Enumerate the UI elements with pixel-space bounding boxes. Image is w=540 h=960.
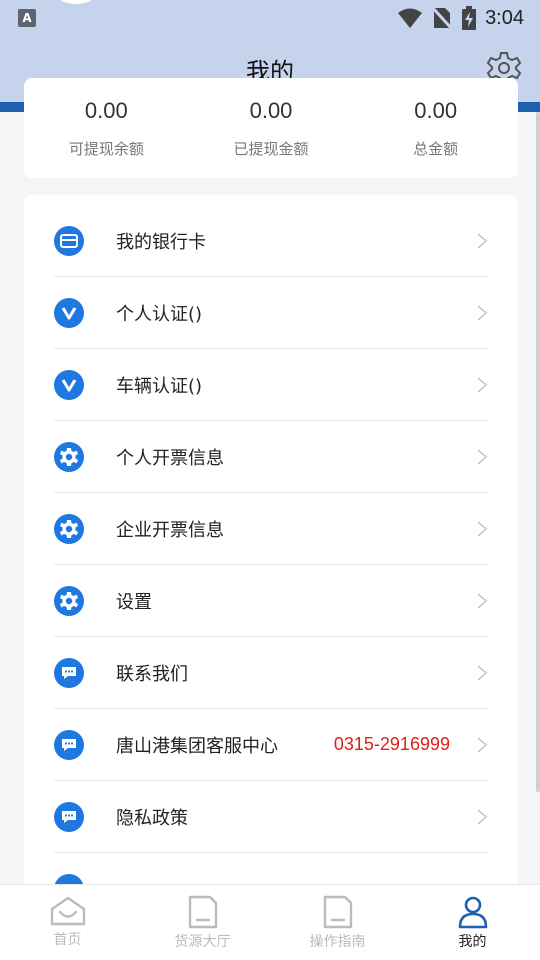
status-icons: 3:04 [397,6,524,30]
balance-label: 已提现金额 [233,140,309,158]
card-icon [54,225,84,256]
gear-icon [54,585,84,616]
menu-item-settings[interactable]: 设置 [54,565,488,637]
menu-item-label: 个人认证() [116,303,203,325]
menu-item-personal-invoice[interactable]: 个人开票信息 [54,421,488,493]
balance-value: 0.00 [414,98,458,123]
menu-item-label: 设置 [116,591,152,613]
menu-item-label: 我的银行卡 [116,231,206,253]
document-icon [188,895,217,929]
menu-item-bank-card[interactable]: 我的银行卡 [54,205,488,277]
menu-item-label: 隐私政策 [116,807,188,829]
nav-tab-home[interactable]: 首页 [0,885,135,960]
nav-tab-guide[interactable]: 操作指南 [270,885,405,960]
chat-icon [54,801,84,832]
menu-card: 我的银行卡 个人认证() 车辆认证() 个人开票信息 企业开票信息 设置 联系我… [24,195,518,895]
chevron-right-icon [477,305,488,321]
chevron-right-icon [477,737,488,753]
verified-v-icon [54,297,84,328]
no-sim-icon [431,6,454,30]
user-icon [458,896,487,929]
menu-item-label: 联系我们 [116,663,188,685]
chat-icon [54,729,84,760]
balance-label: 总金额 [413,140,459,158]
balance-label: 可提现余额 [68,140,144,158]
nav-tab-mine[interactable]: 我的 [405,885,540,960]
menu-item-customer-service[interactable]: 唐山港集团客服中心 0315-2916999 [54,709,488,781]
home-smile-icon [50,896,85,926]
battery-charging-icon [462,6,477,30]
withdrawable-balance: 0.00 可提现余额 [24,78,189,178]
balance-value: 0.00 [249,98,293,123]
balance-value: 0.00 [84,98,128,123]
chat-icon [54,657,84,688]
menu-item-label: 企业开票信息 [116,519,224,541]
wifi-icon [398,8,423,28]
gear-icon [54,513,84,544]
nav-tab-label: 货源大厅 [174,934,231,950]
menu-item-label: 唐山港集团客服中心 [116,735,278,757]
status-time: 3:04 [485,6,524,29]
chevron-right-icon [477,233,488,249]
withdrawn-amount: 0.00 已提现金额 [189,78,354,178]
bottom-nav: 首页 货源大厅 操作指南 我的 [0,884,540,960]
gear-icon [54,441,84,472]
chevron-right-icon [477,449,488,465]
status-bar: A 3:04 [0,0,540,36]
chevron-right-icon [477,521,488,537]
nav-tab-label: 首页 [53,932,82,948]
customer-service-phone[interactable]: 0315-2916999 [334,734,450,755]
menu-item-privacy-policy[interactable]: 隐私政策 [54,781,488,853]
chevron-right-icon [477,593,488,609]
status-indicator-icon: A [18,9,36,27]
menu-item-company-invoice[interactable]: 企业开票信息 [54,493,488,565]
chevron-right-icon [477,809,488,825]
nav-tab-label: 我的 [458,934,487,950]
chevron-right-icon [477,665,488,681]
menu-item-label: 车辆认证() [116,375,203,397]
total-amount: 0.00 总金额 [353,78,518,178]
nav-tab-cargo-hall[interactable]: 货源大厅 [135,885,270,960]
balance-card: 0.00 可提现余额 0.00 已提现金额 0.00 总金额 [24,78,518,178]
verified-v-icon [54,369,84,400]
menu-item-label: 个人开票信息 [116,447,224,469]
menu-item-contact-us[interactable]: 联系我们 [54,637,488,709]
menu-item-vehicle-verification[interactable]: 车辆认证() [54,349,488,421]
scrollbar[interactable] [536,112,540,792]
document-icon [323,895,352,929]
chevron-right-icon [477,377,488,393]
nav-tab-label: 操作指南 [309,934,366,950]
menu-item-personal-verification[interactable]: 个人认证() [54,277,488,349]
